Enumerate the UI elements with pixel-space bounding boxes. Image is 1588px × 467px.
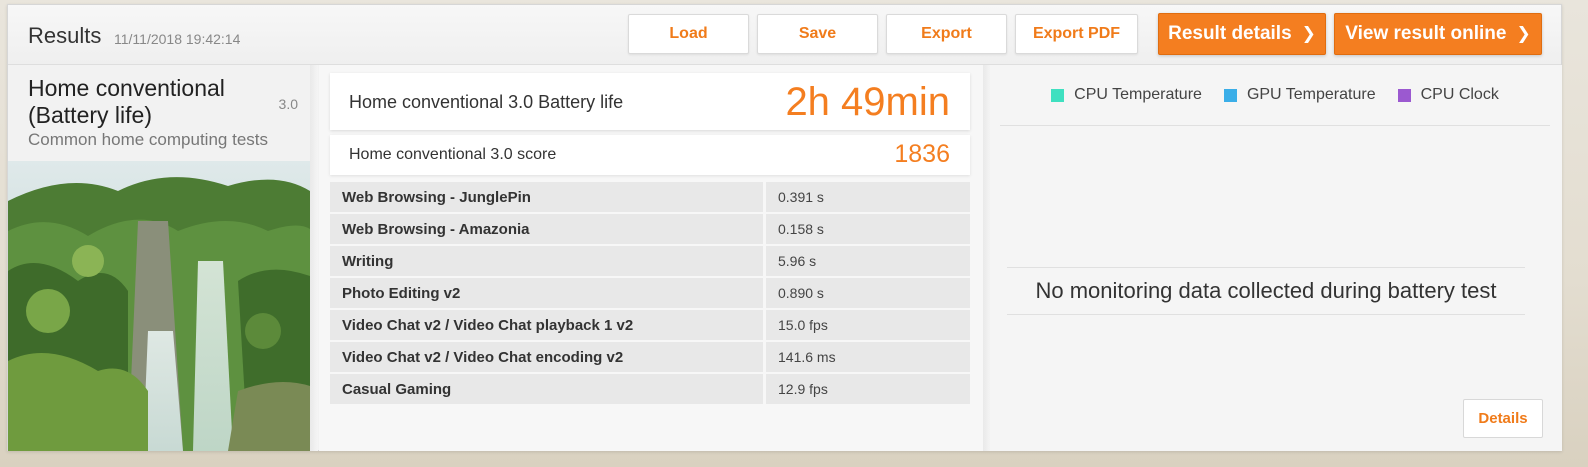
score-card: Home conventional 3.0 score 1836 (330, 135, 970, 175)
legend-label: GPU Temperature (1246, 86, 1376, 103)
battery-life-label: Home conventional 3.0 Battery life (349, 92, 624, 112)
benchmark-name: Home conventional (Battery life) (28, 75, 225, 128)
subtest-value: 141.6 ms (766, 342, 970, 372)
results-header: Results 11/11/2018 19:42:14 Load Save Ex… (8, 5, 1561, 65)
subtest-table: Web Browsing - JunglePin 0.391 s Web Bro… (330, 182, 970, 406)
subtest-name: Photo Editing v2 (330, 278, 763, 308)
benchmark-subtitle: Common home computing tests (28, 130, 268, 149)
legend-label: CPU Temperature (1074, 86, 1202, 103)
benchmark-version: 3.0 (278, 96, 298, 112)
subtest-value: 15.0 fps (766, 310, 970, 340)
panel-divider (310, 65, 318, 451)
monitoring-legend: CPU Temperature GPU Temperature CPU Cloc… (1000, 65, 1550, 126)
result-timestamp: 11/11/2018 19:42:14 (114, 31, 241, 47)
view-result-online-label: View result online (1345, 23, 1507, 44)
legend-item-gpu-temperature[interactable]: GPU Temperature (1223, 86, 1376, 104)
cpu-temperature-swatch (1051, 88, 1065, 102)
view-result-online-button[interactable]: View result online ❯ (1334, 13, 1542, 55)
legend-item-cpu-temperature[interactable]: CPU Temperature (1051, 86, 1202, 104)
chevron-right-icon: ❯ (1516, 24, 1531, 43)
export-button[interactable]: Export (886, 14, 1007, 54)
table-row: Web Browsing - JunglePin 0.391 s (330, 182, 970, 212)
chevron-right-icon: ❯ (1301, 24, 1316, 43)
score-value: 1836 (894, 140, 950, 168)
waterfall-forest-image (8, 161, 310, 451)
results-window: Results 11/11/2018 19:42:14 Load Save Ex… (7, 4, 1562, 451)
table-row: Web Browsing - Amazonia 0.158 s (330, 214, 970, 244)
table-row: Video Chat v2 / Video Chat playback 1 v2… (330, 310, 970, 340)
benchmark-panel: Home conventional (Battery life) 3.0 Com… (8, 65, 310, 451)
subtest-value: 0.391 s (766, 182, 970, 212)
legend-item-cpu-clock[interactable]: CPU Clock (1397, 86, 1499, 104)
page-title: Results (28, 23, 102, 48)
subtest-name: Web Browsing - JunglePin (330, 182, 763, 212)
score-label: Home conventional 3.0 score (349, 146, 557, 163)
battery-life-value: 2h 49min (785, 80, 950, 124)
subtest-value: 0.158 s (766, 214, 970, 244)
subtest-name: Writing (330, 246, 763, 276)
save-button[interactable]: Save (757, 14, 878, 54)
table-row: Writing 5.96 s (330, 246, 970, 276)
monitoring-panel: CPU Temperature GPU Temperature CPU Cloc… (990, 65, 1562, 451)
table-row: Photo Editing v2 0.890 s (330, 278, 970, 308)
subtest-value: 0.890 s (766, 278, 970, 308)
table-row: Video Chat v2 / Video Chat encoding v2 1… (330, 342, 970, 372)
details-button[interactable]: Details (1463, 399, 1543, 438)
battery-life-card: Home conventional 3.0 Battery life 2h 49… (330, 73, 970, 130)
no-monitoring-data-message: No monitoring data collected during batt… (1007, 267, 1525, 315)
subtest-value: 5.96 s (766, 246, 970, 276)
legend-label: CPU Clock (1420, 86, 1499, 103)
benchmark-image (8, 161, 310, 451)
result-details-label: Result details (1168, 23, 1292, 44)
subtest-name: Casual Gaming (330, 374, 763, 404)
table-row: Casual Gaming 12.9 fps (330, 374, 970, 404)
subtest-name: Video Chat v2 / Video Chat playback 1 v2 (330, 310, 763, 340)
subtest-name: Video Chat v2 / Video Chat encoding v2 (330, 342, 763, 372)
subtest-value: 12.9 fps (766, 374, 970, 404)
export-pdf-button[interactable]: Export PDF (1015, 14, 1138, 54)
result-details-button[interactable]: Result details ❯ (1158, 13, 1326, 55)
results-panel: Home conventional 3.0 Battery life 2h 49… (319, 65, 989, 451)
subtest-name: Web Browsing - Amazonia (330, 214, 763, 244)
cpu-clock-swatch (1397, 88, 1411, 102)
load-button[interactable]: Load (628, 14, 749, 54)
gpu-temperature-swatch (1223, 88, 1237, 102)
